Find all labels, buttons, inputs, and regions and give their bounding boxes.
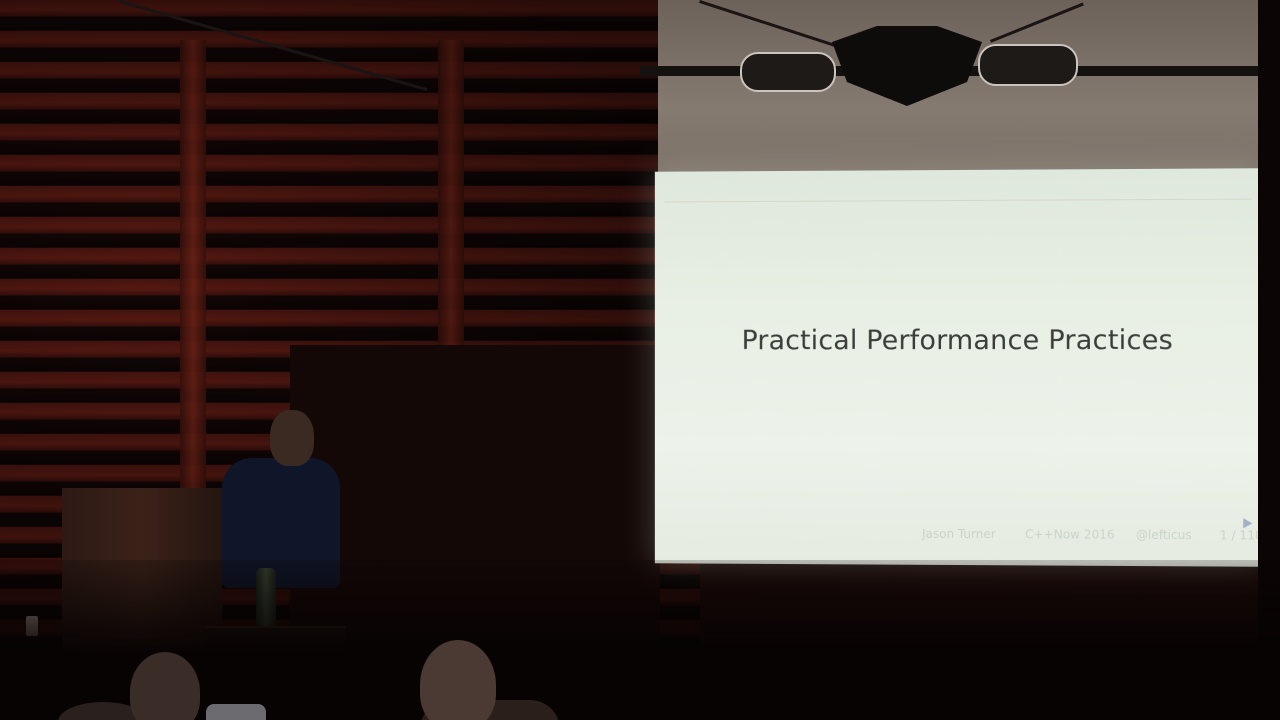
lecture-hall-scene: Practical Performance Practices Jason Tu… <box>0 0 1280 720</box>
footer-author: Jason Turner <box>922 526 996 542</box>
slide-title: Practical Performance Practices <box>741 324 1174 357</box>
audience-member <box>420 640 496 720</box>
play-arrow-icon <box>1243 518 1253 529</box>
truss-clamp <box>740 52 836 92</box>
footer-handle: @lefticus <box>1135 527 1192 543</box>
audience-member <box>206 704 266 720</box>
footer-page-number: 1 / 110 <box>1219 528 1263 543</box>
truss-clamp <box>978 44 1078 86</box>
footer-conference: C++Now 2016 <box>1025 527 1115 542</box>
presenter-head <box>270 410 314 466</box>
projection-screen: Practical Performance Practices Jason Tu… <box>654 168 1263 567</box>
slide-header-line <box>664 198 1253 203</box>
slide-footer: Jason Turner C++Now 2016 @lefticus 1 / 1… <box>655 526 1263 549</box>
